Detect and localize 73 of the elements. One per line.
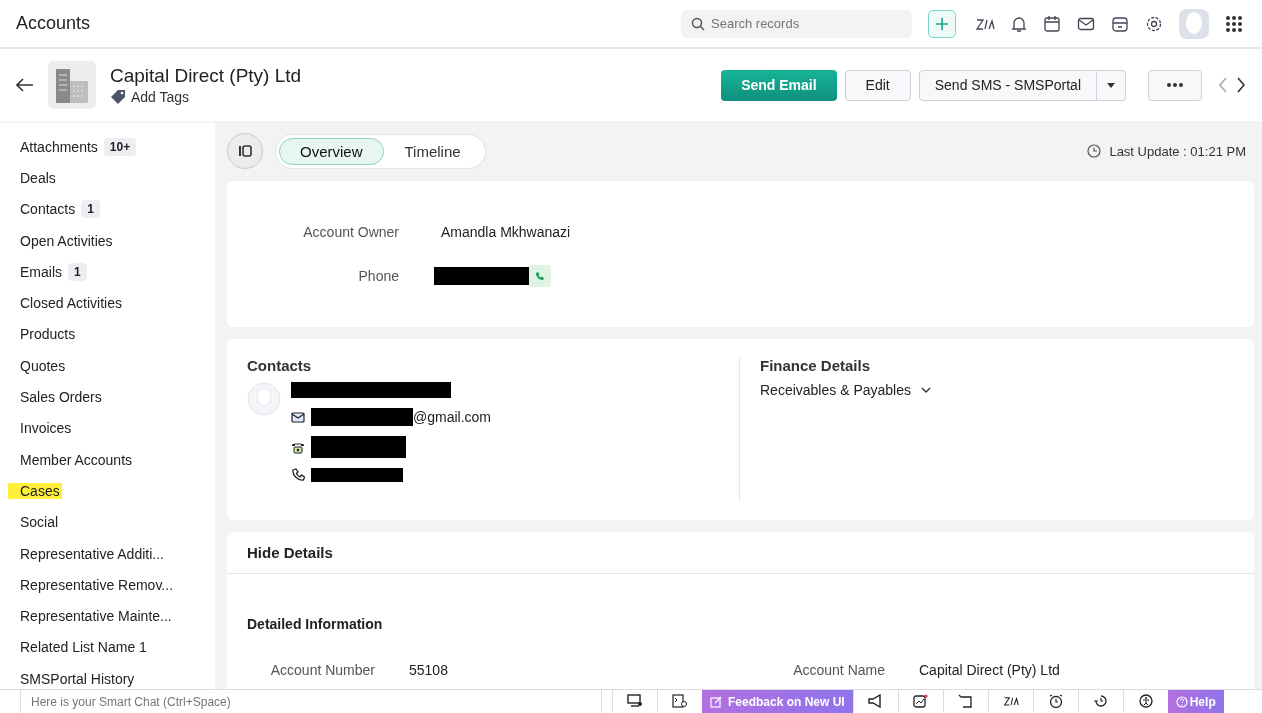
receivables-dropdown[interactable]: Receivables & Payables: [760, 382, 931, 398]
sidebar-item[interactable]: Related List Name 1: [20, 639, 147, 656]
sidebar-item[interactable]: Emails: [20, 263, 62, 280]
sidebar-item[interactable]: Closed Activities: [20, 295, 122, 312]
count-badge: 10+: [103, 137, 137, 156]
phone-icon: [291, 468, 305, 482]
field-label: Account Name: [792, 662, 885, 678]
tag-icon: [110, 89, 128, 105]
calendar-icon[interactable]: [1043, 14, 1061, 33]
section-title: Contacts: [247, 357, 313, 374]
search-field[interactable]: Search records: [681, 9, 912, 38]
sidebar-item[interactable]: Products: [20, 326, 76, 343]
sidebar-item[interactable]: Representative Remov...: [20, 576, 174, 593]
edit-icon: [710, 695, 722, 708]
building-icon: [48, 61, 96, 109]
next-icon[interactable]: [1236, 77, 1246, 93]
sidebar-item[interactable]: Representative Additi...: [20, 545, 164, 562]
chevron-down-icon: [921, 387, 931, 393]
question-icon: [1175, 695, 1188, 708]
field-label: Phone: [357, 268, 399, 284]
count-badge: 1: [81, 200, 100, 219]
feedback-button[interactable]: Feedback on New UI: [702, 690, 853, 713]
clock-icon: [1087, 144, 1102, 158]
mail-icon: [291, 411, 305, 423]
sidebar-item[interactable]: Representative Mainte...: [20, 608, 172, 625]
smart-chat-field[interactable]: Here is your Smart Chat (Ctrl+Space): [20, 690, 602, 713]
tab[interactable]: Timeline: [383, 137, 482, 165]
apps-grid-icon[interactable]: [1225, 14, 1243, 33]
record-title: Capital Direct (Pty) Ltd: [110, 65, 302, 87]
caret-icon: [1107, 82, 1115, 88]
sidebar-item[interactable]: Member Accounts: [20, 451, 133, 468]
more-button[interactable]: [1148, 69, 1202, 101]
sidebar-item[interactable]: Sales Orders: [20, 389, 102, 405]
sidebar-item[interactable]: Deals: [20, 169, 56, 186]
call-button[interactable]: [529, 265, 551, 287]
last-update-text: Last Update : 01:21 PM: [1109, 143, 1246, 159]
dropdown-button[interactable]: [1097, 69, 1126, 101]
sidebar-item[interactable]: Open Activities: [20, 232, 113, 249]
back-arrow-icon[interactable]: [16, 78, 34, 92]
field-label: Account Owner: [302, 224, 399, 240]
store-icon[interactable]: [1111, 14, 1129, 33]
sidebar-item[interactable]: Cases: [8, 482, 62, 499]
sidebar-item[interactable]: SMSPortal History: [20, 670, 135, 687]
edit-button[interactable]: Edit: [844, 69, 911, 101]
tab[interactable]: Overview: [279, 137, 384, 165]
count-badge: 1: [68, 262, 87, 281]
email-text: @gmail.com: [413, 409, 491, 425]
sidebar-item[interactable]: Contacts: [20, 201, 76, 218]
search-icon: [691, 16, 705, 31]
phone-icon: [535, 271, 545, 281]
field-value: 55108: [409, 662, 448, 678]
bell-icon[interactable]: [1011, 14, 1027, 33]
mail-icon[interactable]: [1077, 15, 1095, 32]
page-title: Accounts: [16, 13, 91, 34]
sidebar-item[interactable]: Social: [20, 514, 59, 531]
help-button[interactable]: Help: [1167, 690, 1224, 713]
section-title: Finance Details: [760, 357, 872, 374]
sidebar-item[interactable]: Quotes: [20, 357, 66, 374]
settings-icon[interactable]: [1145, 14, 1163, 33]
panel-toggle-button[interactable]: [227, 133, 263, 169]
plus-icon: [935, 16, 949, 31]
more-icon: [1167, 83, 1183, 87]
avatar-icon: [247, 382, 281, 416]
sidebar-item[interactable]: Attachments: [20, 138, 98, 155]
field-value: Capital Direct (Pty) Ltd: [919, 662, 1060, 678]
field-label: Account Number: [269, 662, 375, 678]
hide-details-toggle[interactable]: Hide Details: [227, 532, 1254, 574]
panel-icon: [238, 145, 252, 157]
sidebar-item[interactable]: Invoices: [20, 420, 72, 437]
add-tags-link[interactable]: Add Tags: [110, 89, 302, 105]
send-sms-button[interactable]: Send SMS - SMSPortal: [918, 69, 1097, 101]
field-value: Amandla Mkhwanazi: [441, 224, 571, 240]
section-title: Detailed Information: [247, 616, 384, 632]
